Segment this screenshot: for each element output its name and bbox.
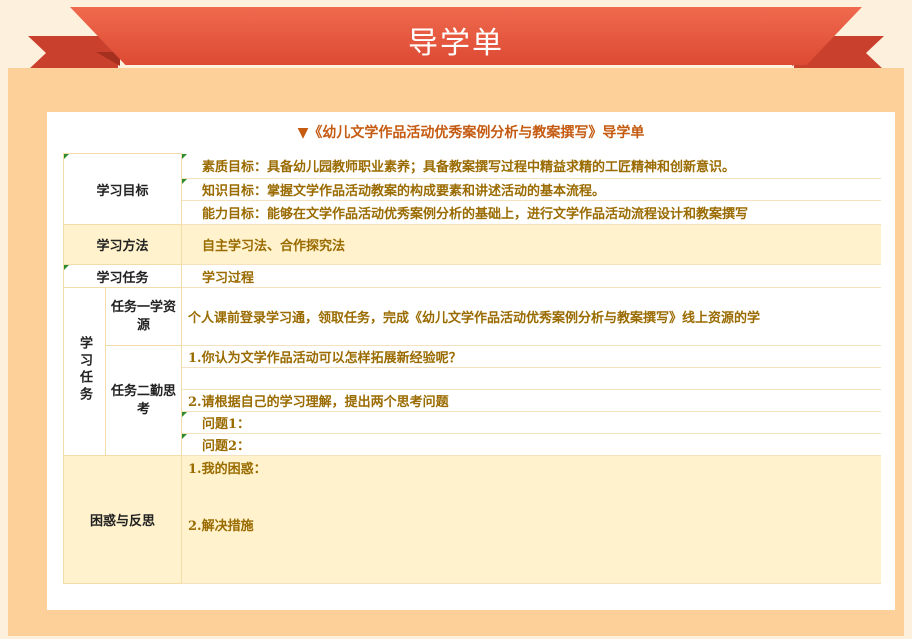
goals-row-1: 学习目标 素质目标：具备幼儿园教师职业素养；具备教案撰写过程中精益求精的工匠精神…: [62, 153, 881, 225]
task2-question-2[interactable]: 2.请根据自己的学习理解，提出两个思考问题: [181, 389, 881, 412]
task2-problem-1[interactable]: 问题1：: [181, 411, 881, 434]
document-title: ▼《幼儿文学作品活动优秀案例分析与教案撰写》导学单: [297, 125, 645, 141]
reflection-confusion: 1.我的困惑：: [188, 462, 267, 477]
task2-problem-2[interactable]: 问题2：: [181, 433, 881, 456]
goal-quality[interactable]: 素质目标：具备幼儿园教师职业素养；具备教案撰写过程中精益求精的工匠精神和创新意识…: [181, 153, 881, 179]
task2-sub2-row: 问题2：: [64, 433, 881, 456]
task2-answer-blank[interactable]: [181, 367, 881, 390]
goals-row-3: 能力目标：能够在文学作品活动优秀案例分析的基础上，进行文学作品活动流程设计和教案…: [64, 200, 881, 225]
goal-ability[interactable]: 能力目标：能够在文学作品活动优秀案例分析的基础上，进行文学作品活动流程设计和教案…: [181, 200, 881, 225]
task2-q2-row: 2.请根据自己的学习理解，提出两个思考问题: [64, 389, 881, 412]
goals-row-2: 知识目标：掌握文学作品活动教案的构成要素和讲述活动的基本流程。: [64, 178, 881, 201]
goal-knowledge[interactable]: 知识目标：掌握文学作品活动教案的构成要素和讲述活动的基本流程。: [181, 178, 881, 201]
header-ribbon: 导学单: [0, 0, 912, 70]
reflection-body[interactable]: 1.我的困惑： 2.解决措施: [181, 455, 881, 584]
task2-blank-row: [64, 367, 881, 390]
task2-question-1[interactable]: 1.你认为文学作品活动可以怎样拓展新经验呢？: [181, 345, 881, 368]
task2-sub1-row: 问题1：: [64, 411, 881, 434]
reflection-label: 困惑与反思: [62, 455, 183, 584]
page-title: 导学单: [408, 26, 504, 61]
methods-value[interactable]: 自主学习法、合作探究法: [181, 224, 881, 265]
reflection-row: 困惑与反思 1.我的困惑： 2.解决措施: [62, 455, 881, 584]
reflection-solution: 2.解决措施: [188, 519, 254, 534]
tasks-header-label: 学习任务: [62, 264, 183, 288]
task1-label: 任务一学资源: [104, 287, 183, 346]
methods-row: 学习方法 自主学习法、合作探究法: [62, 224, 881, 265]
tasks-header-value: 学习过程: [181, 264, 881, 288]
task2-label: 任务二勤思考: [104, 345, 183, 456]
task1-row: 学习任务 任务一学资源 个人课前登录学习通，领取任务，完成《幼儿文学作品活动优秀…: [63, 287, 881, 456]
tasks-header-row: 学习任务 学习过程: [62, 264, 881, 288]
task2-q1-row: 任务二勤思考 1.你认为文学作品活动可以怎样拓展新经验呢？: [64, 345, 881, 456]
guide-table: 学习目标 素质目标：具备幼儿园教师职业素养；具备教案撰写过程中精益求精的工匠精神…: [62, 153, 881, 584]
methods-label: 学习方法: [62, 224, 183, 265]
task1-value[interactable]: 个人课前登录学习通，领取任务，完成《幼儿文学作品活动优秀案例分析与教案撰写》线上…: [181, 287, 881, 346]
tasks-vertical-label: 学习任务: [63, 287, 106, 456]
goals-label: 学习目标: [62, 153, 183, 225]
